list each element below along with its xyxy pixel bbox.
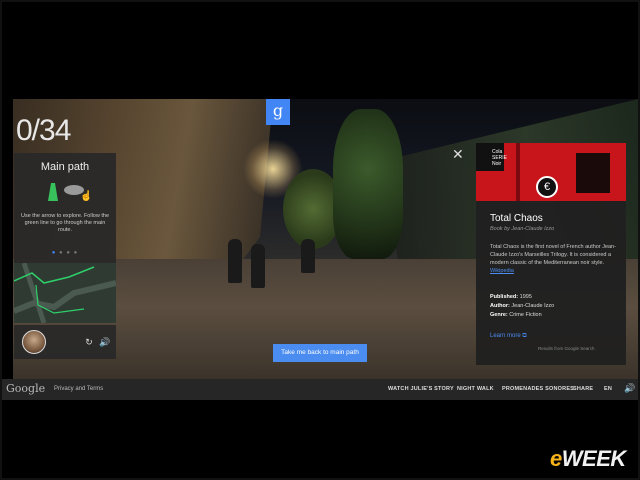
pedestrian <box>228 239 242 283</box>
tree <box>333 109 403 259</box>
eweek-watermark: eWEEK <box>550 446 626 471</box>
cover-text: Cola SERIE Noir <box>492 149 508 167</box>
pedestrian <box>301 239 315 273</box>
back-to-main-path-button[interactable]: Take me back to main path <box>273 344 367 362</box>
author-row: Author: Jean-Claude Izzo <box>490 303 555 309</box>
genre-row: Genre: Crime Fiction <box>490 312 542 318</box>
progress-counter: 0/34 <box>16 114 71 147</box>
page-dot[interactable]: ● <box>52 250 57 256</box>
language-selector[interactable]: EN <box>604 386 612 392</box>
replay-icon[interactable]: ↻ <box>82 335 96 349</box>
published-row: Published: 1995 <box>490 294 532 300</box>
mini-map[interactable] <box>14 263 116 323</box>
book-description: Total Chaos is the first novel of French… <box>490 243 616 275</box>
book-title: Total Chaos <box>490 213 543 224</box>
learn-more-link[interactable]: Learn more ⧉ <box>490 333 527 340</box>
pedestrian <box>251 244 265 288</box>
book-subtitle: Book by Jean-Claude Izzo <box>490 226 555 232</box>
page-dot[interactable]: ● <box>74 250 79 256</box>
user-controls: ↻ 🔊 <box>14 325 116 359</box>
nav-watch-julies-story[interactable]: WATCH JULIE'S STORY <box>388 386 454 392</box>
green-arrow-icon <box>48 183 58 201</box>
route-map-svg <box>14 263 116 323</box>
description-text: Total Chaos is the first novel of French… <box>490 244 616 266</box>
panel-title: Main path <box>40 161 90 173</box>
main-path-panel: Main path ☝ Use the arrow to explore. Fo… <box>14 153 116 323</box>
nav-night-walk[interactable]: NIGHT WALK <box>457 386 494 392</box>
page-dot[interactable]: ● <box>59 250 64 256</box>
close-icon[interactable]: ✕ <box>452 146 464 163</box>
google-logo[interactable]: Google <box>6 382 45 395</box>
instruction-icons: ☝ <box>14 181 116 207</box>
pagination-dots[interactable]: ● ● ● ● <box>14 250 116 256</box>
footer-bar: Google Privacy and Terms WATCH JULIE'S S… <box>2 379 638 400</box>
avatar[interactable] <box>22 330 46 354</box>
google-pin-icon[interactable]: g <box>266 99 290 125</box>
nav-share[interactable]: SHARE <box>573 386 593 392</box>
wikipedia-link[interactable]: Wikipedia <box>490 268 514 274</box>
volume-icon[interactable]: 🔊 <box>98 335 112 349</box>
page-dot[interactable]: ● <box>66 250 71 256</box>
book-info-card: Cola SERIE Noir € Total Chaos Book by Je… <box>476 143 626 365</box>
book-metadata: Published: 1995 Author: Jean-Claude Izzo… <box>490 293 554 320</box>
external-link-icon: ⧉ <box>522 333 527 339</box>
privacy-terms-link[interactable]: Privacy and Terms <box>54 386 103 392</box>
volume-icon[interactable]: 🔊 <box>624 383 635 394</box>
instructions-text: Use the arrow to explore. Follow the gre… <box>20 213 110 233</box>
hand-cursor-icon: ☝ <box>80 191 93 202</box>
book-cover-image: Cola SERIE Noir € <box>476 143 626 201</box>
nav-promenades-sonores[interactable]: PROMENADES SONORES <box>502 386 574 392</box>
euro-symbol: € <box>536 176 558 198</box>
results-source: Results from Google Search <box>538 346 595 351</box>
